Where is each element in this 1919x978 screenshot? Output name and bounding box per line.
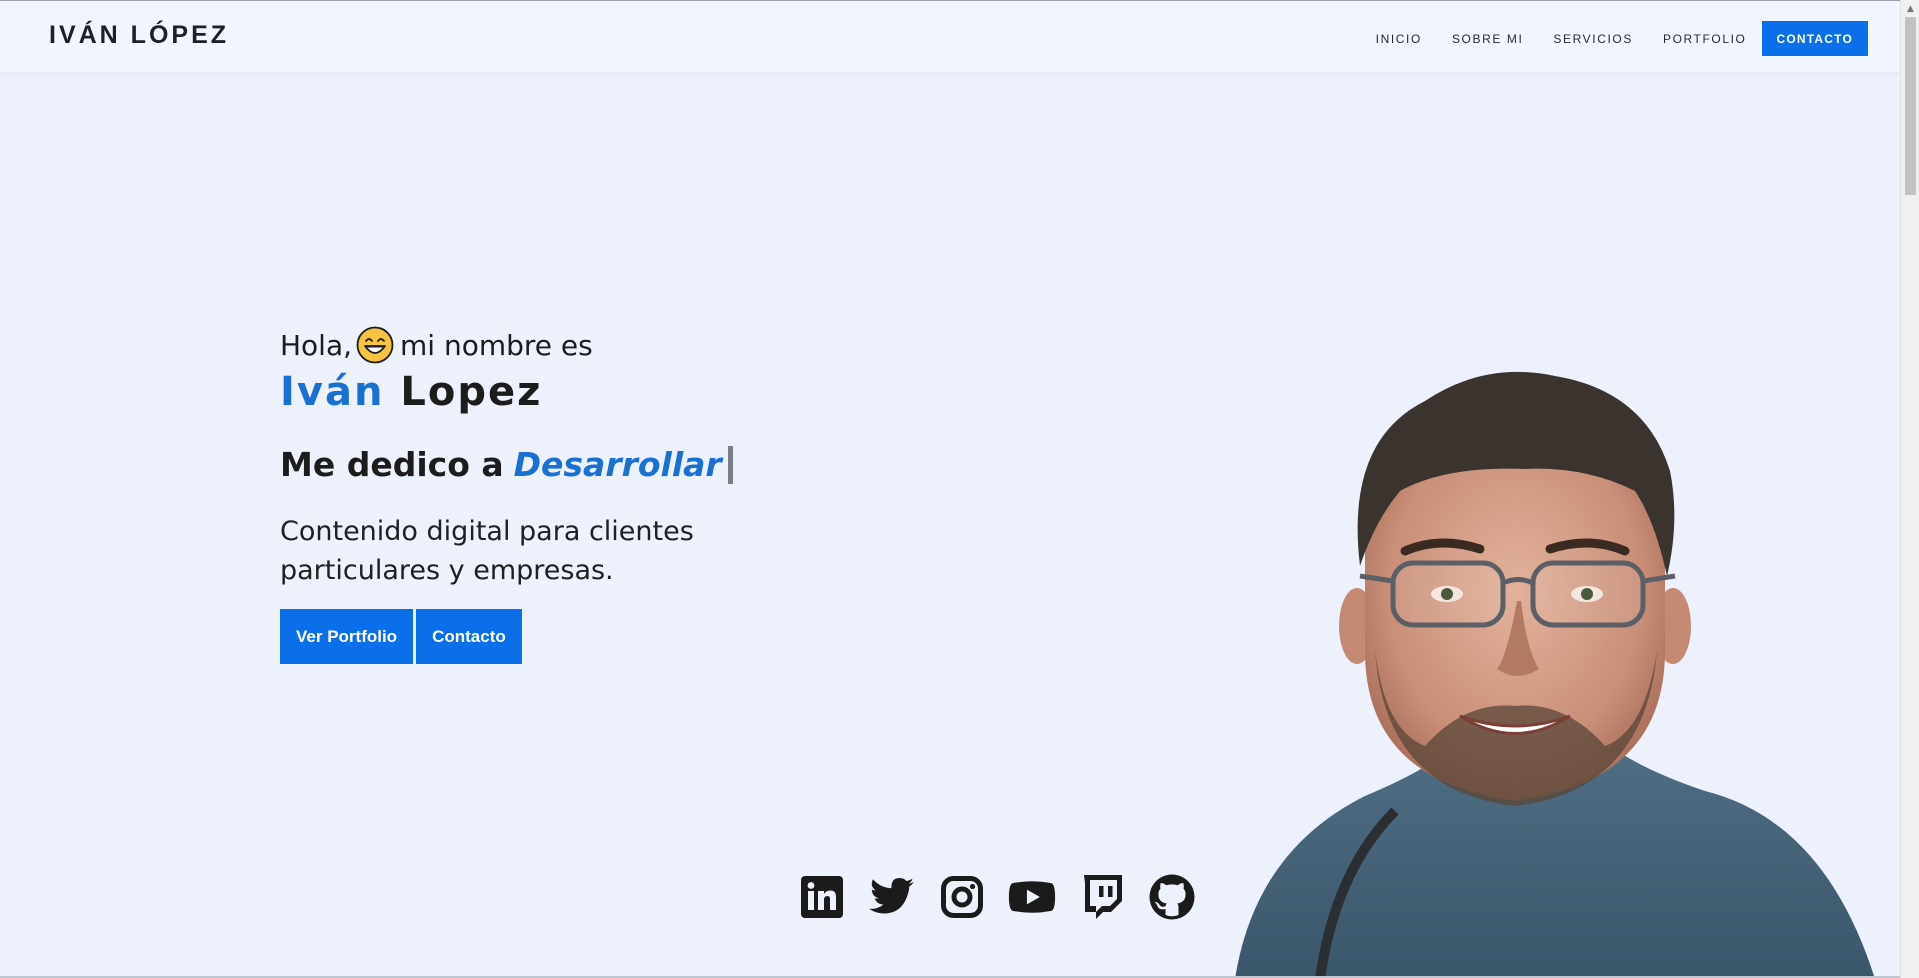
vertical-scrollbar[interactable]: ▲ (1900, 0, 1919, 978)
nav-portfolio[interactable]: PORTFOLIO (1663, 32, 1747, 46)
site-header: IVÁN LÓPEZ INICIO SOBRE MI SERVICIOS POR… (0, 1, 1900, 72)
nav-sobre-mi[interactable]: SOBRE MI (1452, 32, 1523, 46)
greeting-text: Hola, (280, 328, 353, 362)
twitter-icon[interactable] (868, 873, 916, 921)
brand-logo[interactable]: IVÁN LÓPEZ (49, 21, 229, 50)
hero-buttons: Ver Portfolio Contacto (280, 609, 980, 664)
last-name: Lopez (400, 369, 543, 415)
hero-section: Hola, mi nombre es Iván Lopez Me dedico … (280, 323, 980, 664)
nav-servicios[interactable]: SERVICIOS (1553, 32, 1633, 46)
profile-photo (1225, 351, 1885, 978)
contacto-button[interactable]: Contacto (416, 609, 522, 664)
social-links (798, 873, 1218, 921)
youtube-icon[interactable] (1008, 873, 1056, 921)
grinning-face-icon (356, 326, 394, 364)
linkedin-icon[interactable] (798, 873, 846, 921)
greeting-text-after: mi nombre es (400, 328, 593, 362)
scroll-up-arrow-icon[interactable]: ▲ (1901, 0, 1919, 17)
nav-inicio[interactable]: INICIO (1376, 32, 1422, 46)
first-name: Iván (280, 369, 385, 415)
page: IVÁN LÓPEZ INICIO SOBRE MI SERVICIOS POR… (0, 0, 1900, 978)
nav-contacto-button[interactable]: CONTACTO (1761, 21, 1868, 56)
hero-description: Contenido digital para clientes particul… (280, 516, 694, 586)
tagline-prefix: Me dedico a (280, 445, 504, 484)
typed-word: Desarrollar (513, 445, 722, 484)
hero-name: Iván Lopez (280, 367, 980, 417)
main-nav: INICIO SOBRE MI SERVICIOS PORTFOLIO CONT… (1346, 21, 1868, 56)
twitch-icon[interactable] (1078, 873, 1126, 921)
typing-caret (727, 445, 733, 484)
instagram-icon[interactable] (938, 873, 986, 921)
greeting: Hola, mi nombre es (280, 323, 980, 367)
scroll-thumb[interactable] (1905, 17, 1916, 195)
ver-portfolio-button[interactable]: Ver Portfolio (280, 609, 414, 664)
github-icon[interactable] (1148, 873, 1196, 921)
tagline: Me dedico a Desarrollar (280, 445, 980, 484)
